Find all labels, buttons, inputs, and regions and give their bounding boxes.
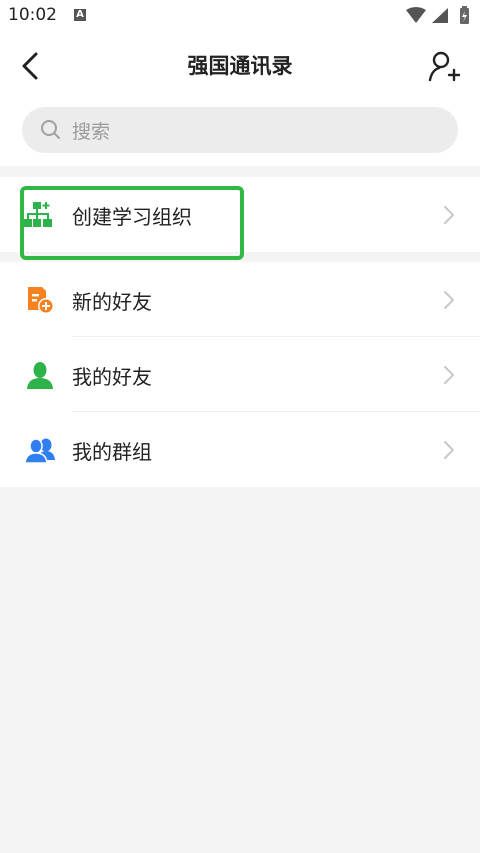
title-bar: 强国通讯录: [0, 34, 480, 96]
my-groups-label: 我的群组: [72, 440, 152, 464]
status-icons: [406, 6, 469, 24]
search-bar[interactable]: 搜索: [22, 107, 458, 153]
add-contact-icon[interactable]: [426, 48, 462, 84]
menu-item-new-friends[interactable]: 新的好友: [0, 262, 480, 337]
chevron-right-icon: [444, 206, 454, 224]
search-section: 搜索: [0, 96, 480, 166]
status-bar: 10:02 A: [0, 0, 480, 34]
notification-icon: A: [74, 9, 86, 21]
signal-icon: [432, 8, 448, 23]
my-friends-label: 我的好友: [72, 365, 152, 389]
highlight-box: [20, 186, 244, 260]
person-icon: [27, 362, 53, 389]
chevron-right-icon: [444, 291, 454, 309]
contacts-section: 新的好友 我的好友 我的群组: [0, 262, 480, 487]
menu-item-my-friends[interactable]: 我的好友: [0, 337, 480, 412]
battery-icon: [460, 6, 469, 24]
search-placeholder: 搜索: [72, 121, 111, 143]
search-icon: [41, 120, 60, 139]
new-friend-icon: [28, 287, 54, 314]
status-time: 10:02: [8, 5, 57, 25]
new-friends-label: 新的好友: [72, 290, 152, 314]
chevron-right-icon: [444, 441, 454, 459]
chevron-right-icon: [444, 366, 454, 384]
page-title: 强国通讯录: [187, 54, 293, 78]
wifi-icon: [406, 7, 426, 23]
menu-item-my-groups[interactable]: 我的群组: [0, 412, 480, 487]
group-icon: [24, 438, 55, 464]
